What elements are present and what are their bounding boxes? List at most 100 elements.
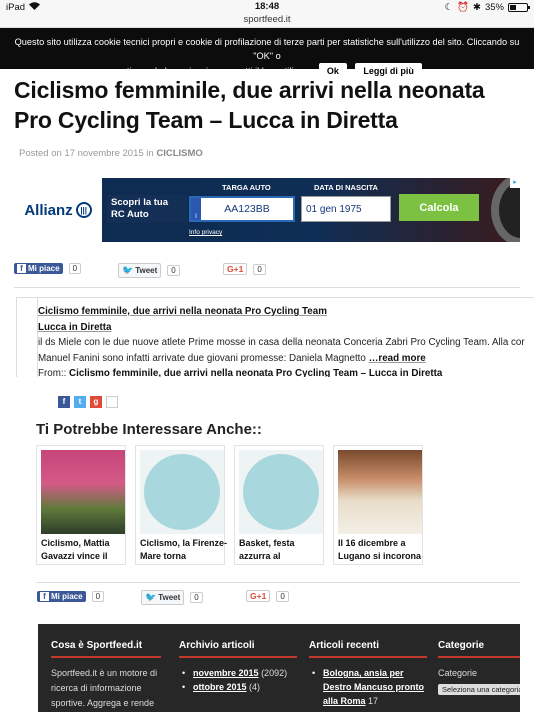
read-more-link[interactable]: …read more	[369, 353, 426, 364]
divider	[36, 582, 520, 583]
placeholder-network-image	[239, 450, 323, 534]
status-bar: iPad 18:48 ☾ ⏰ ✱ 35%	[0, 0, 534, 14]
categories-label: Categorie	[438, 668, 478, 678]
fb-count: 0	[91, 591, 105, 602]
social-row-bottom-gp: G+1 0	[246, 590, 289, 602]
related-caption: Ciclismo, la Firenze-Mare torna	[140, 538, 228, 561]
categories-select[interactable]: Seleziona una categoria	[438, 684, 520, 695]
footer-about: Cosa è Sportfeed.it Sportfeed.it è un mo…	[51, 640, 161, 711]
footer-about-text: Sportfeed.it è un motore di ricerca di i…	[51, 668, 158, 708]
footer-about-title: Cosa è Sportfeed.it	[51, 640, 161, 658]
tw-label: Tweet	[135, 266, 158, 275]
footer-archive: Archivio articoli novembre 2015 (2092) o…	[179, 640, 297, 694]
facebook-share-icon[interactable]: f	[58, 396, 70, 408]
gp-count: 0	[276, 590, 289, 602]
woman-photo-image	[338, 450, 422, 534]
allianz-logo: Allianz |||	[14, 178, 102, 242]
fb-count: 0	[68, 263, 82, 274]
fb-label: Mi piace	[51, 592, 83, 601]
cyclist-podium-image	[41, 450, 125, 534]
divider	[14, 287, 520, 288]
facebook-like-button[interactable]: f Mi piace	[37, 591, 86, 602]
category-link[interactable]: CICLISMO	[156, 148, 202, 159]
related-caption: Basket, festa azzurra al	[239, 538, 295, 561]
twitter-bird-icon: 🐦	[122, 265, 134, 275]
fb-label: Mi piace	[28, 264, 60, 273]
excerpt-title-link[interactable]: Ciclismo femminile, due arrivi nella neo…	[38, 306, 327, 317]
tweet-button[interactable]: 🐦 Tweet	[118, 263, 162, 278]
from-link[interactable]: Ciclismo femminile, due arrivi nella neo…	[69, 368, 442, 377]
device-label: iPad	[6, 1, 26, 13]
cookie-banner: Questo sito utilizza cookie tecnici prop…	[0, 28, 534, 79]
excerpt-text-2: Manuel Fanini sono infatti arrivate due …	[38, 352, 366, 364]
allianz-emblem-icon: |||	[75, 202, 92, 218]
date-label: DATA DI NASCITA	[314, 183, 378, 192]
social-row-bottom-tw: 🐦 Tweet 0	[141, 590, 203, 605]
ad-promo: Scopri la tua RC Auto	[107, 195, 187, 223]
google-plus-button[interactable]: G+1	[246, 590, 271, 602]
google-plus-share-icon[interactable]: g	[90, 396, 102, 408]
footer-recent-title: Articoli recenti	[309, 640, 427, 658]
social-row-top-tw: 🐦 Tweet 0	[118, 263, 180, 278]
alarm-icon: ⏰	[457, 1, 470, 13]
birthdate-input[interactable]: 01 gen 1975	[301, 196, 391, 222]
tweet-button[interactable]: 🐦 Tweet	[141, 590, 185, 605]
plate-label: TARGA AUTO	[222, 183, 271, 192]
footer-recent: Articoli recenti Bologna, ansia per Dest…	[309, 640, 427, 708]
related-card[interactable]: Ciclismo, Mattia Gavazzi vince il	[36, 445, 126, 565]
bluetooth-icon: ✱	[473, 1, 481, 13]
brand-name: Allianz	[24, 201, 73, 219]
site-footer: Cosa è Sportfeed.it Sportfeed.it è un mo…	[38, 624, 520, 712]
excerpt-text-1: il ds Miele con le due nuove atlete Prim…	[38, 337, 525, 348]
twitter-share-icon[interactable]: t	[74, 396, 86, 408]
archive-item[interactable]: novembre 2015 (2092)	[179, 666, 297, 680]
recent-item[interactable]: Bologna, ansia per Destro Mancuso pronto…	[309, 666, 427, 708]
facebook-icon: f	[17, 264, 26, 273]
excerpt-box: Ciclismo femminile, due arrivi nella neo…	[16, 297, 534, 377]
recent-count: 17	[368, 696, 379, 706]
tw-count: 0	[167, 265, 180, 276]
related-card[interactable]: Basket, festa azzurra al	[234, 445, 324, 565]
ad-banner[interactable]: Allianz ||| Scopri la tua RC Auto TARGA …	[14, 178, 520, 242]
tw-count: 0	[190, 592, 203, 603]
battery-icon	[508, 2, 530, 12]
adchoices-icon[interactable]: ▸	[510, 178, 520, 188]
footer-categories-title: Categorie	[438, 640, 520, 658]
excerpt-source-link[interactable]: Lucca in Diretta	[38, 322, 112, 333]
from-label: From::	[38, 368, 67, 377]
email-share-icon[interactable]	[106, 396, 118, 408]
footer-archive-title: Archivio articoli	[179, 640, 297, 658]
archive-month[interactable]: novembre 2015	[193, 668, 259, 678]
archive-month[interactable]: ottobre 2015	[193, 682, 247, 692]
facebook-icon: f	[40, 592, 49, 601]
archive-count: (2092)	[261, 668, 288, 678]
tw-label: Tweet	[158, 593, 181, 602]
battery-percent: 35%	[484, 1, 504, 13]
url-bar[interactable]: sportfeed.it	[0, 14, 534, 28]
calcola-button[interactable]: Calcola	[399, 194, 479, 221]
posted-date: Posted on 17 novembre 2015 in	[19, 148, 154, 159]
plate-value: AA123BB	[224, 203, 270, 215]
related-title: Ti Potrebbe Interessare Anche::	[36, 421, 262, 438]
wifi-icon	[29, 1, 41, 13]
info-privacy-link[interactable]: Info privacy	[189, 229, 222, 236]
page-title: Ciclismo femminile, due arrivi nella neo…	[14, 77, 485, 133]
related-cards: Ciclismo, Mattia Gavazzi vince il Ciclis…	[36, 445, 423, 565]
twitter-bird-icon: 🐦	[145, 592, 157, 602]
footer-categories: Categorie Categorie Seleziona una catego…	[438, 640, 520, 700]
cookie-text-1: Questo sito utilizza cookie tecnici prop…	[14, 37, 520, 61]
share-icons: f t g	[58, 396, 118, 408]
related-caption: Il 16 dicembre a Lugano si incorona	[338, 538, 422, 561]
archive-item[interactable]: ottobre 2015 (4)	[179, 680, 297, 694]
google-plus-button[interactable]: G+1	[223, 263, 248, 275]
related-caption: Ciclismo, Mattia Gavazzi vince il	[41, 538, 110, 561]
related-card[interactable]: Il 16 dicembre a Lugano si incorona	[333, 445, 423, 565]
placeholder-network-image	[140, 450, 224, 534]
related-card[interactable]: Ciclismo, la Firenze-Mare torna	[135, 445, 228, 565]
plate-input[interactable]: I AA123BB	[189, 196, 295, 222]
social-row-bottom: f Mi piace 0	[37, 591, 105, 602]
post-meta: Posted on 17 novembre 2015 in CICLISMO	[0, 135, 534, 165]
gp-count: 0	[253, 263, 266, 275]
moon-icon: ☾	[444, 1, 454, 13]
facebook-like-button[interactable]: f Mi piace	[14, 263, 63, 274]
